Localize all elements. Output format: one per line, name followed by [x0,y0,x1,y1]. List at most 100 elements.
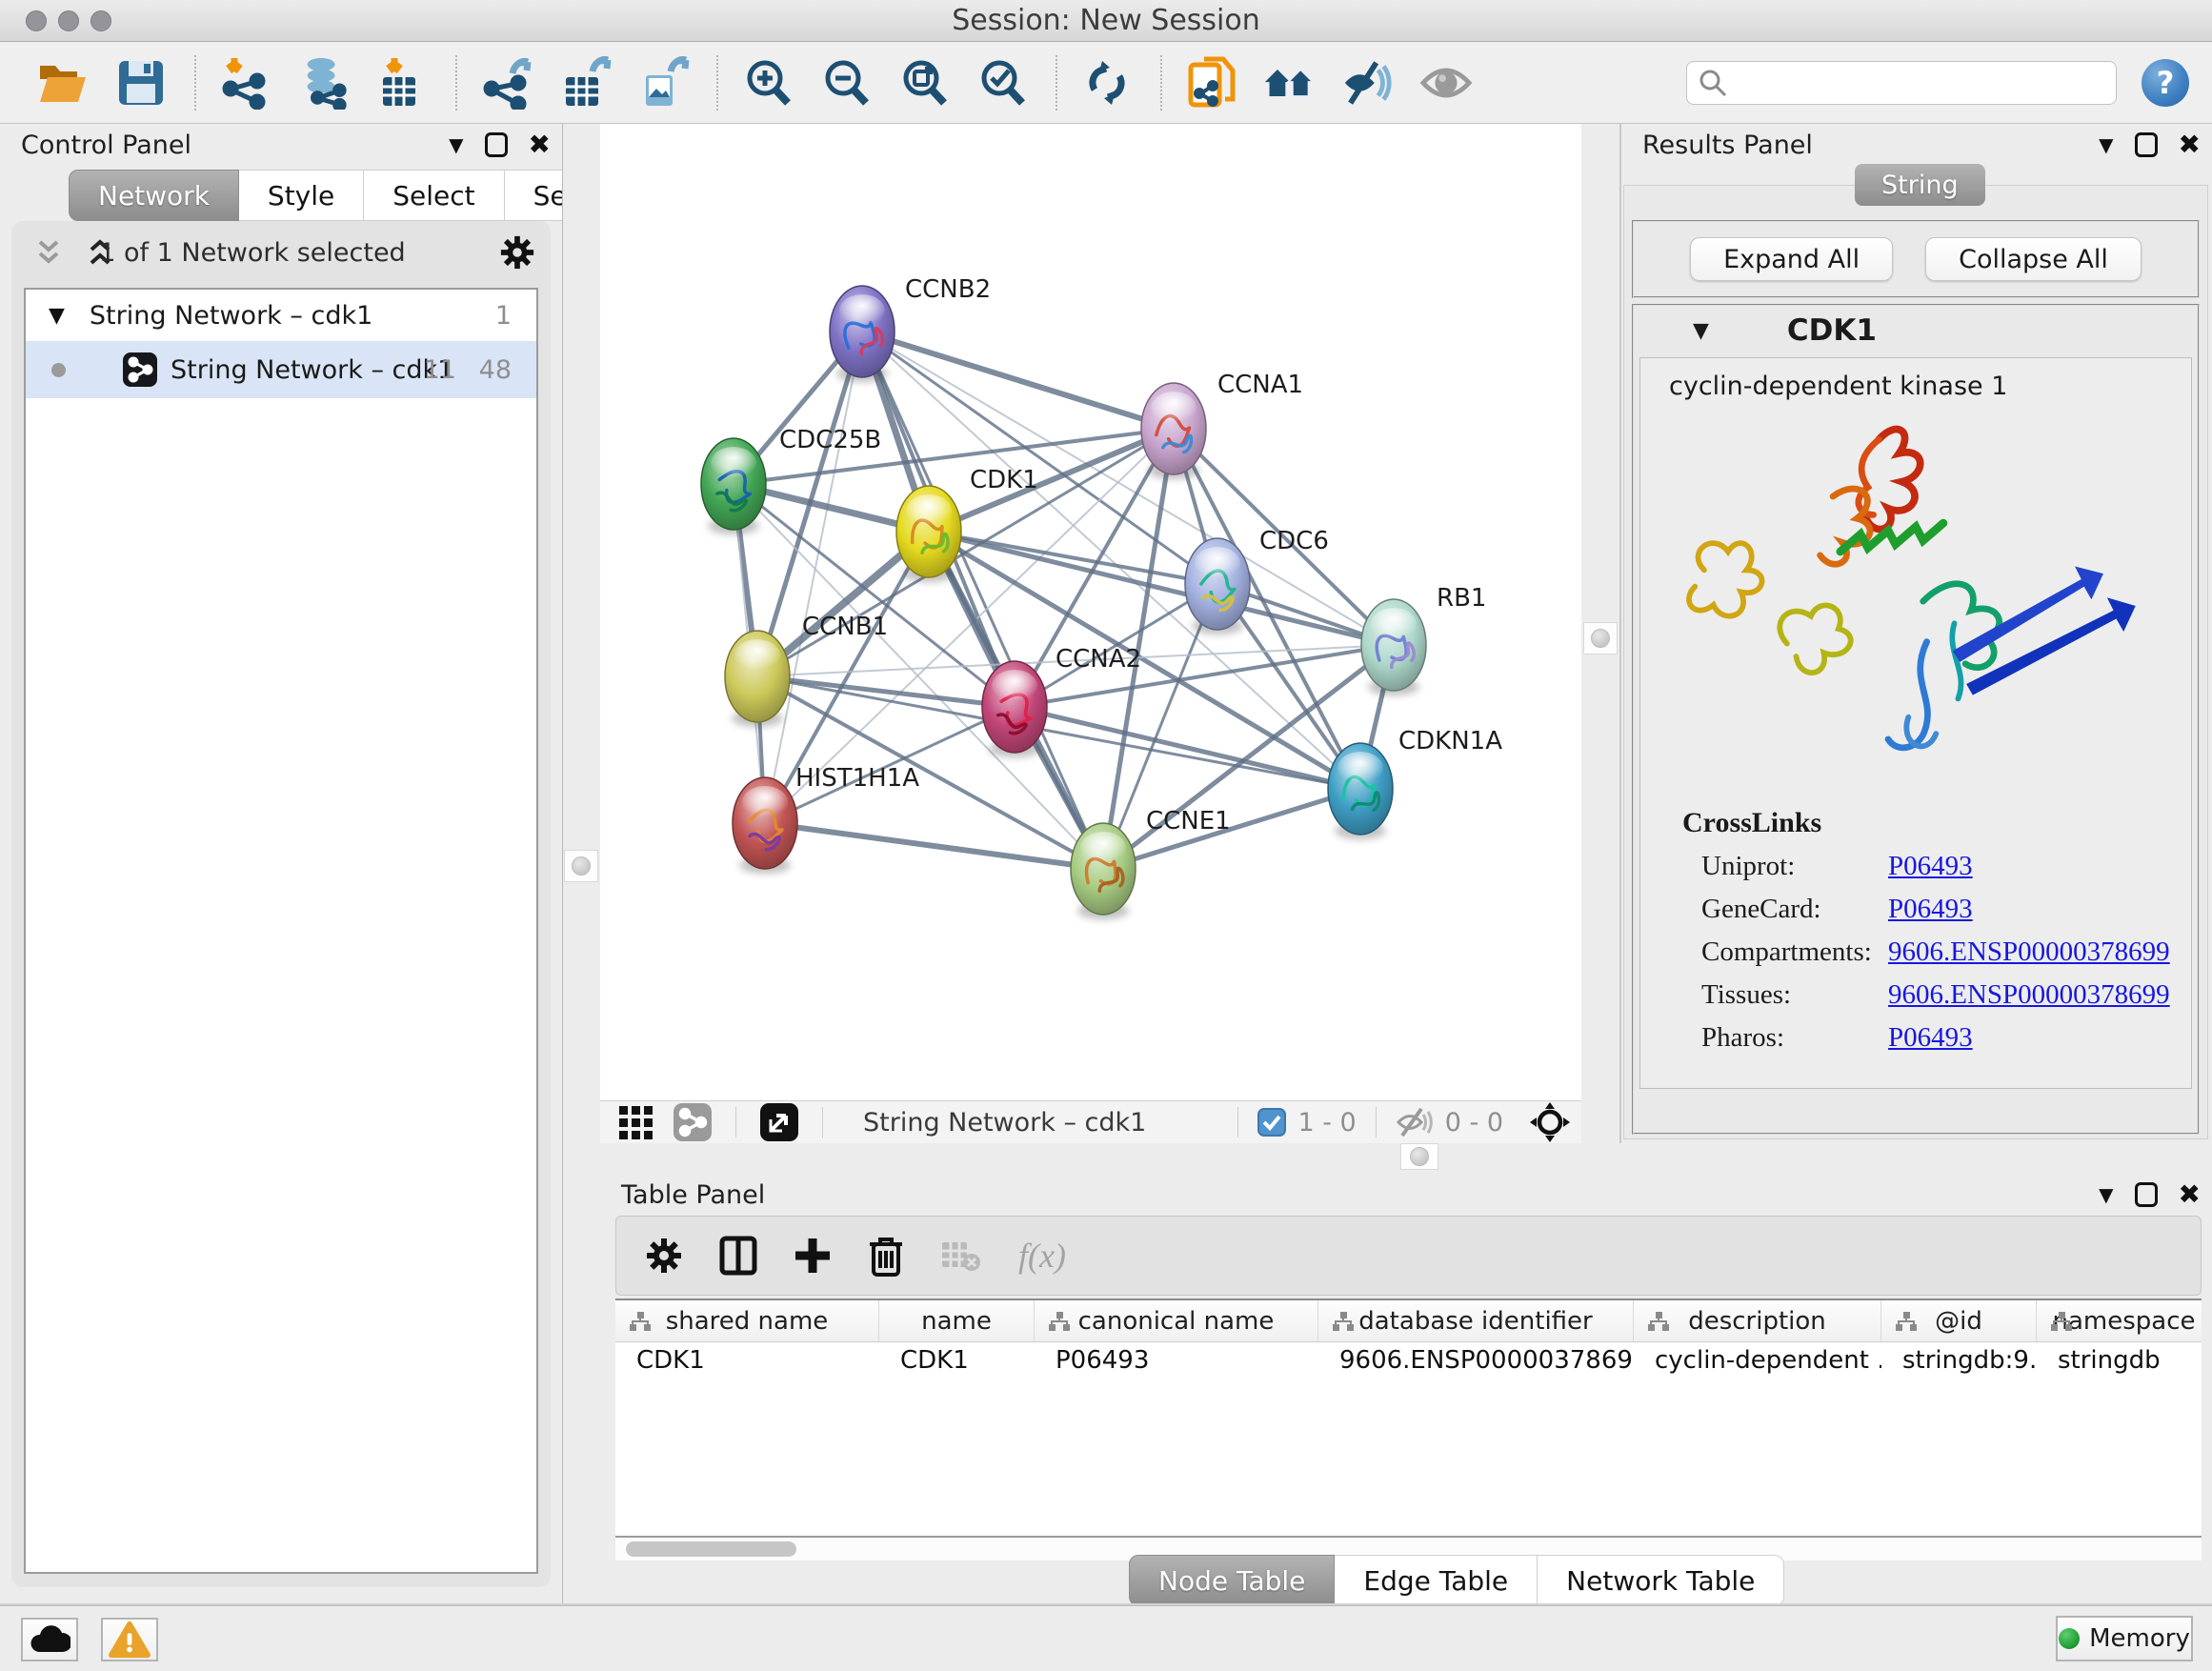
network-edge[interactable] [757,676,1015,707]
panel-float-icon[interactable] [2135,1182,2158,1207]
panel-menu-icon[interactable]: ▼ [449,133,463,156]
splitter-grip[interactable] [1583,622,1618,654]
window-zoom-button[interactable] [90,10,111,31]
export-network-icon[interactable] [480,56,533,110]
network-node[interactable] [1071,823,1136,919]
tab-node-table[interactable]: Node Table [1129,1555,1335,1606]
column-header-@id[interactable]: @id [1881,1300,2037,1341]
scrollbar-thumb[interactable] [626,1541,796,1557]
splitter-grip[interactable] [564,850,598,882]
open-file-icon[interactable] [36,56,90,110]
splitter-grip[interactable] [1400,1143,1438,1170]
panel-close-icon[interactable]: ✖ [529,131,551,158]
zoom-selected-icon[interactable] [975,56,1029,110]
export-table-icon[interactable] [558,56,612,110]
crosslink-link[interactable]: P06493 [1888,1022,1973,1054]
horizontal-splitter[interactable] [600,1143,2212,1174]
section-collapse-icon[interactable]: ▼ [1693,319,1709,343]
panel-float-icon[interactable] [485,132,508,157]
network-node[interactable] [1185,538,1250,634]
first-neighbors-icon[interactable] [1263,56,1317,110]
cloud-status-button[interactable] [21,1618,78,1661]
hidden-eye-icon[interactable] [1396,1107,1434,1137]
window-minimize-button[interactable] [58,10,79,31]
column-header-name[interactable]: name [879,1300,1035,1341]
export-image-icon[interactable] [636,56,690,110]
birds-eye-view-icon[interactable] [617,1102,657,1142]
panel-menu-icon[interactable]: ▼ [2099,133,2113,156]
search-box[interactable] [1686,61,2117,105]
network-node[interactable] [725,631,790,727]
new-network-from-selection-icon[interactable] [1185,56,1238,110]
tab-style[interactable]: Style [239,170,364,221]
refresh-network-icon[interactable] [1080,56,1134,110]
network-node[interactable] [701,438,766,534]
tab-select[interactable]: Select [364,170,504,221]
zoom-in-icon[interactable] [741,56,794,110]
window-close-button[interactable] [26,10,47,31]
expand-all-button[interactable]: Expand All [1690,237,1893,281]
gear-icon[interactable] [499,234,535,271]
search-input[interactable] [1727,69,2089,97]
table-cell[interactable]: CDK1 [615,1342,879,1379]
tab-string[interactable]: String [1855,164,1985,206]
network-canvas[interactable]: CCNB2CCNA1CDC25BCDK1CDC6RB1CCNB1CCNA2CDK… [600,124,1581,1100]
detach-view-icon[interactable] [759,1102,799,1142]
table-cell[interactable]: stringdb:9... [1881,1342,2037,1379]
table-settings-gear-icon[interactable] [645,1237,683,1275]
column-header-namespace[interactable]: namespace [2037,1300,2202,1341]
hide-selected-icon[interactable] [1341,56,1395,110]
table-cell[interactable]: P06493 [1035,1342,1318,1379]
import-network-database-icon[interactable] [297,56,351,110]
show-all-icon[interactable] [1419,56,1473,110]
import-network-file-icon[interactable] [219,56,272,110]
panel-close-icon[interactable]: ✖ [2179,131,2201,158]
panel-menu-icon[interactable]: ▼ [2099,1183,2113,1206]
network-collection-row[interactable]: ▼ String Network – cdk1 1 [26,290,536,341]
crosslink-link[interactable]: P06493 [1888,894,1973,925]
network-node[interactable] [896,486,961,582]
network-node[interactable] [1361,599,1426,695]
network-edge[interactable] [1015,707,1360,789]
network-node[interactable] [830,286,895,382]
memory-button[interactable]: Memory [2056,1616,2193,1661]
import-table-icon[interactable] [375,56,429,110]
table-cell[interactable]: cyclin-dependent ... [1634,1342,1881,1379]
zoom-fit-icon[interactable] [897,56,951,110]
network-edge[interactable] [765,332,862,823]
tree-expand-icon[interactable]: ▼ [49,304,65,328]
network-node[interactable] [733,777,797,874]
column-header-shared-name[interactable]: shared name [615,1300,879,1341]
table-cell[interactable]: CDK1 [879,1342,1035,1379]
network-edge[interactable] [765,823,1103,869]
tab-network[interactable]: Network [69,170,239,221]
left-splitter[interactable] [562,124,600,1603]
warnings-button[interactable] [101,1618,158,1661]
cdk1-section-header[interactable]: ▼ CDK1 [1634,306,2198,355]
table-cell[interactable]: 9606.ENSP00000378699 [1318,1342,1634,1379]
crosslink-link[interactable]: 9606.ENSP00000378699 [1888,936,2170,968]
tab-network-table[interactable]: Network Table [1538,1555,1784,1606]
crosslink-link[interactable]: 9606.ENSP00000378699 [1888,979,2170,1011]
tab-edge-table[interactable]: Edge Table [1335,1555,1538,1606]
crosslink-link[interactable]: P06493 [1888,851,1973,882]
add-column-icon[interactable] [794,1237,832,1275]
panel-float-icon[interactable] [2135,132,2158,157]
delete-trash-icon[interactable] [868,1235,904,1277]
column-header-canonical-name[interactable]: canonical name [1035,1300,1318,1341]
network-edge[interactable] [1103,789,1360,869]
collapse-all-button[interactable]: Collapse All [1925,237,2142,281]
network-edge[interactable] [862,332,1394,645]
table-row[interactable]: CDK1CDK1P064939606.ENSP00000378699cyclin… [615,1342,2202,1379]
zoom-out-icon[interactable] [819,56,873,110]
network-overview-icon[interactable] [673,1102,713,1142]
save-session-icon[interactable] [114,56,168,110]
table-cell[interactable]: stringdb [2037,1342,2202,1379]
show-columns-icon[interactable] [719,1236,757,1276]
help-button[interactable]: ? [2142,59,2189,107]
right-splitter[interactable] [1581,124,1621,1143]
column-header-database-identifier[interactable]: database identifier [1318,1300,1634,1341]
selected-checkbox-icon[interactable] [1257,1108,1286,1137]
column-header-description[interactable]: description [1634,1300,1881,1341]
network-edge[interactable] [862,332,1174,429]
